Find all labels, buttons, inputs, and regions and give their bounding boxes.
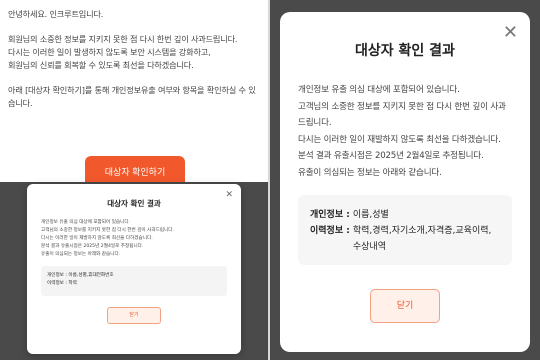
notice-page: 안녕하세요. 인크루트입니다. 회원님의 소중한 정보를 지키지 못한 점 다시…: [0, 0, 268, 182]
personal-info-row: 개인정보 : 이름,성별: [310, 207, 500, 223]
modal-body-line: 분석 결과 유출시점은 2025년 2월4일로 추정됩니다.: [298, 151, 484, 161]
notice-security: 다시는 이러한 일이 발생하지 않도록 보안 시스템을 강화하고,: [8, 47, 211, 57]
modal-body-line: 고객님의 소중한 정보를 지키지 못한 점 다시 한번 깊이 사과드립니다.: [298, 101, 506, 129]
result-modal-small: ✕ 대상자 확인 결과 개인정보 유출 의심 대상에 포함되어 있습니다. 고객…: [27, 184, 241, 354]
leaked-info-box: 개인정보 : 이름,성별 이력정보 : 학력,경력,자기소개,자격증,교육이력,…: [298, 195, 512, 265]
personal-info-label: 개인정보 :: [310, 210, 350, 220]
modal-body: 개인정보 유출 의심 대상에 포함되어 있습니다. 고객님의 소중한 정보를 지…: [41, 219, 227, 259]
modal-body-line: 다시는 이러한 일이 재발하지 않도록 최선을 다하겠습니다.: [41, 236, 153, 241]
leaked-info-box: 개인정보 : 이름,성별,휴대전화번호 이력정보 : 학력: [41, 266, 227, 296]
modal-body-line: 개인정보 유출 의심 대상에 포함되어 있습니다.: [298, 85, 460, 95]
personal-info-value: 이름,성별: [352, 210, 389, 220]
notice-greeting: 안녕하세요. 인크루트입니다.: [8, 9, 104, 19]
career-info-row: 이력정보 : 학력: [47, 280, 221, 288]
notice-trust: 회원님의 신뢰를 회복할 수 있도록 최선을 다하겠습니다.: [8, 60, 194, 70]
career-info-label: 이력정보 :: [47, 281, 67, 286]
career-info-value: 학력: [68, 281, 77, 286]
modal-body: 개인정보 유출 의심 대상에 포함되어 있습니다. 고객님의 소중한 정보를 지…: [298, 82, 512, 181]
modal-body-line: 유출이 의심되는 정보는 아래와 같습니다.: [41, 252, 121, 257]
notice-apology: 회원님의 소중한 정보를 지키지 못한 점 다시 한번 깊이 사과드립니다.: [8, 34, 238, 44]
modal-body-line: 개인정보 유출 의심 대상에 포함되어 있습니다.: [41, 220, 131, 225]
close-icon[interactable]: ✕: [225, 190, 233, 200]
personal-info-row: 개인정보 : 이름,성별,휴대전화번호: [47, 272, 221, 280]
career-info-value: 학력,경력,자기소개,자격증,교육이력, 수상내역: [352, 226, 492, 252]
modal-title: 대상자 확인 결과: [355, 43, 455, 59]
modal-body-line: 분석 결과 유출시점은 2025년 2월4일로 추정됩니다.: [41, 244, 144, 249]
modal-body-line: 다시는 이러한 일이 재발하지 않도록 최선을 다하겠습니다.: [298, 134, 501, 145]
result-modal-large: ✕ 대상자 확인 결과 개인정보 유출 의심 대상에 포함되어 있습니다. 고객…: [280, 12, 530, 352]
notice-instruction: 아래 [대상자 확인하기]를 통해 개인정보유출 여부와 항목을 확인하실 수 …: [8, 85, 256, 108]
modal-body-line: 유출이 의심되는 정보는 아래와 같습니다.: [298, 167, 442, 178]
personal-info-value: 이름,성별,휴대전화번호: [68, 273, 114, 278]
modal-title: 대상자 확인 결과: [107, 199, 161, 208]
close-button[interactable]: 닫기: [107, 307, 161, 324]
close-button[interactable]: 닫기: [370, 289, 440, 323]
modal-body-line: 고객님의 소중한 정보를 지키지 못한 점 다시 한번 깊이 사과드립니다.: [41, 228, 174, 233]
career-info-row: 이력정보 : 학력,경력,자기소개,자격증,교육이력, 수상내역: [310, 223, 500, 255]
personal-info-label: 개인정보 :: [47, 273, 67, 278]
close-icon[interactable]: ✕: [503, 22, 518, 43]
check-target-button[interactable]: 대상자 확인하기: [85, 156, 185, 182]
career-info-label: 이력정보 :: [310, 226, 350, 236]
